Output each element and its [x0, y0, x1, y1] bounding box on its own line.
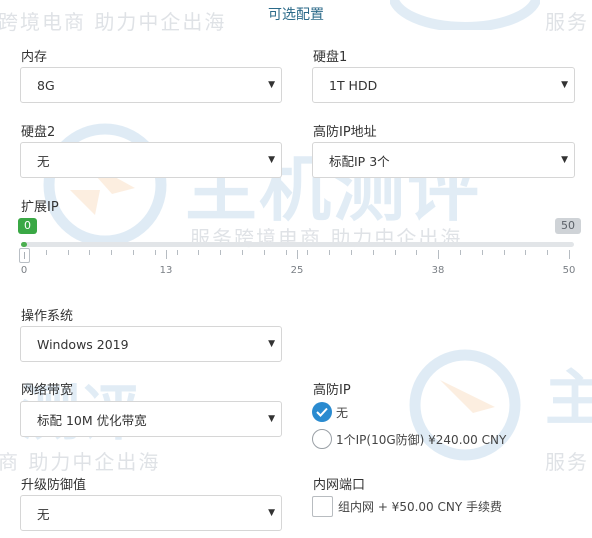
- chevron-down-icon: ▼: [268, 155, 275, 165]
- lan-port-checkbox[interactable]: [312, 496, 333, 517]
- chevron-down-icon: ▼: [561, 155, 568, 165]
- bandwidth-value: 标配 10M 优化带宽: [37, 412, 147, 428]
- slider-handle[interactable]: [19, 248, 30, 263]
- memory-value: 8G: [37, 77, 55, 93]
- os-value: Windows 2019: [37, 336, 129, 352]
- slider-major-tick: [297, 250, 298, 259]
- disk1-label: 硬盘1: [313, 50, 348, 65]
- slider-minor-tick: [329, 250, 330, 255]
- slider-minor-tick: [46, 250, 47, 255]
- ddos-ip-option-1ip-label: 1个IP(10G防御) ¥240.00 CNY: [336, 432, 507, 447]
- chevron-down-icon: ▼: [561, 80, 568, 90]
- lan-port-option-label: 组内网 + ¥50.00 CNY 手续费: [338, 500, 502, 514]
- slider-max-badge: 50: [555, 218, 581, 234]
- slider-minor-tick: [351, 250, 352, 255]
- slider-minor-tick: [373, 250, 374, 255]
- slider-minor-tick: [133, 250, 134, 255]
- defense-upgrade-label: 升级防御值: [21, 478, 87, 493]
- lan-port-label: 内网端口: [313, 478, 366, 493]
- watermark-slogan-bottom-right: 服务: [545, 450, 589, 474]
- ddos-ip-option-none-label: 无: [336, 405, 349, 420]
- ddos-ip-option-1ip[interactable]: 1个IP(10G防御) ¥240.00 CNY: [312, 429, 506, 449]
- section-title: 可选配置: [250, 7, 342, 23]
- watermark-slogan-bottom-left: 商 助力中企出海: [0, 450, 161, 474]
- slider-minor-tick: [242, 250, 243, 255]
- os-select[interactable]: Windows 2019 ▼: [20, 326, 282, 362]
- watermark-logo-icon-right: [395, 345, 535, 469]
- slider-major-tick: [438, 250, 439, 259]
- slider-tick-label: 25: [290, 265, 304, 276]
- ddos-ip-label: 高防IP: [313, 383, 351, 398]
- disk2-select[interactable]: 无 ▼: [20, 142, 282, 178]
- slider-tick-label: 0: [20, 265, 28, 276]
- section-header: 可选配置: [0, 4, 592, 24]
- slider-minor-tick: [264, 250, 265, 255]
- ip-address-select[interactable]: 标配IP 3个 ▼: [312, 142, 575, 178]
- slider-minor-tick: [307, 250, 308, 255]
- ip-address-value: 标配IP 3个: [329, 153, 390, 169]
- slider-minor-tick: [286, 250, 287, 255]
- slider-tick-label: 38: [431, 265, 445, 276]
- slider-tick-label: 13: [159, 265, 173, 276]
- watermark-brand-right: 主: [545, 364, 592, 434]
- slider-minor-tick: [68, 250, 69, 255]
- disk2-value: 无: [37, 153, 50, 169]
- chevron-down-icon: ▼: [268, 414, 275, 424]
- memory-label: 内存: [21, 50, 48, 65]
- slider-minor-tick: [416, 250, 417, 255]
- chevron-down-icon: ▼: [268, 508, 275, 518]
- radio-checked-icon: [312, 402, 332, 422]
- slider-fill: [21, 242, 27, 247]
- chevron-down-icon: ▼: [268, 339, 275, 349]
- bandwidth-label: 网络带宽: [21, 383, 74, 398]
- lan-port-option[interactable]: 组内网 + ¥50.00 CNY 手续费: [312, 496, 502, 517]
- slider-major-tick: [569, 250, 570, 259]
- defense-upgrade-select[interactable]: 无 ▼: [20, 495, 282, 531]
- ip-address-label: 高防IP地址: [313, 125, 377, 140]
- disk1-value: 1T HDD: [329, 77, 378, 93]
- slider-minor-tick: [525, 250, 526, 255]
- slider-minor-tick: [547, 250, 548, 255]
- slider-minor-tick: [504, 250, 505, 255]
- radio-unchecked-icon: [312, 429, 332, 449]
- slider-tick-label: 50: [562, 265, 576, 276]
- bandwidth-select[interactable]: 标配 10M 优化带宽 ▼: [20, 401, 282, 437]
- slider-minor-tick: [177, 250, 178, 255]
- defense-upgrade-value: 无: [37, 506, 50, 522]
- slider-minor-tick: [482, 250, 483, 255]
- os-label: 操作系统: [21, 309, 74, 324]
- extra-ip-slider-track[interactable]: [21, 242, 574, 247]
- slider-minor-tick: [198, 250, 199, 255]
- extra-ip-label: 扩展IP: [21, 200, 59, 215]
- chevron-down-icon: ▼: [268, 80, 275, 90]
- slider-minor-tick: [155, 250, 156, 255]
- ddos-ip-option-none[interactable]: 无: [312, 402, 348, 422]
- slider-minor-tick: [89, 250, 90, 255]
- slider-minor-tick: [220, 250, 221, 255]
- watermark-logo-icon-middle: [40, 120, 170, 254]
- slider-minor-tick: [395, 250, 396, 255]
- slider-minor-tick: [111, 250, 112, 255]
- disk1-select[interactable]: 1T HDD ▼: [312, 67, 575, 103]
- slider-major-tick: [166, 250, 167, 259]
- slider-minor-tick: [460, 250, 461, 255]
- memory-select[interactable]: 8G ▼: [20, 67, 282, 103]
- disk2-label: 硬盘2: [21, 125, 56, 140]
- slider-min-badge: 0: [18, 218, 37, 234]
